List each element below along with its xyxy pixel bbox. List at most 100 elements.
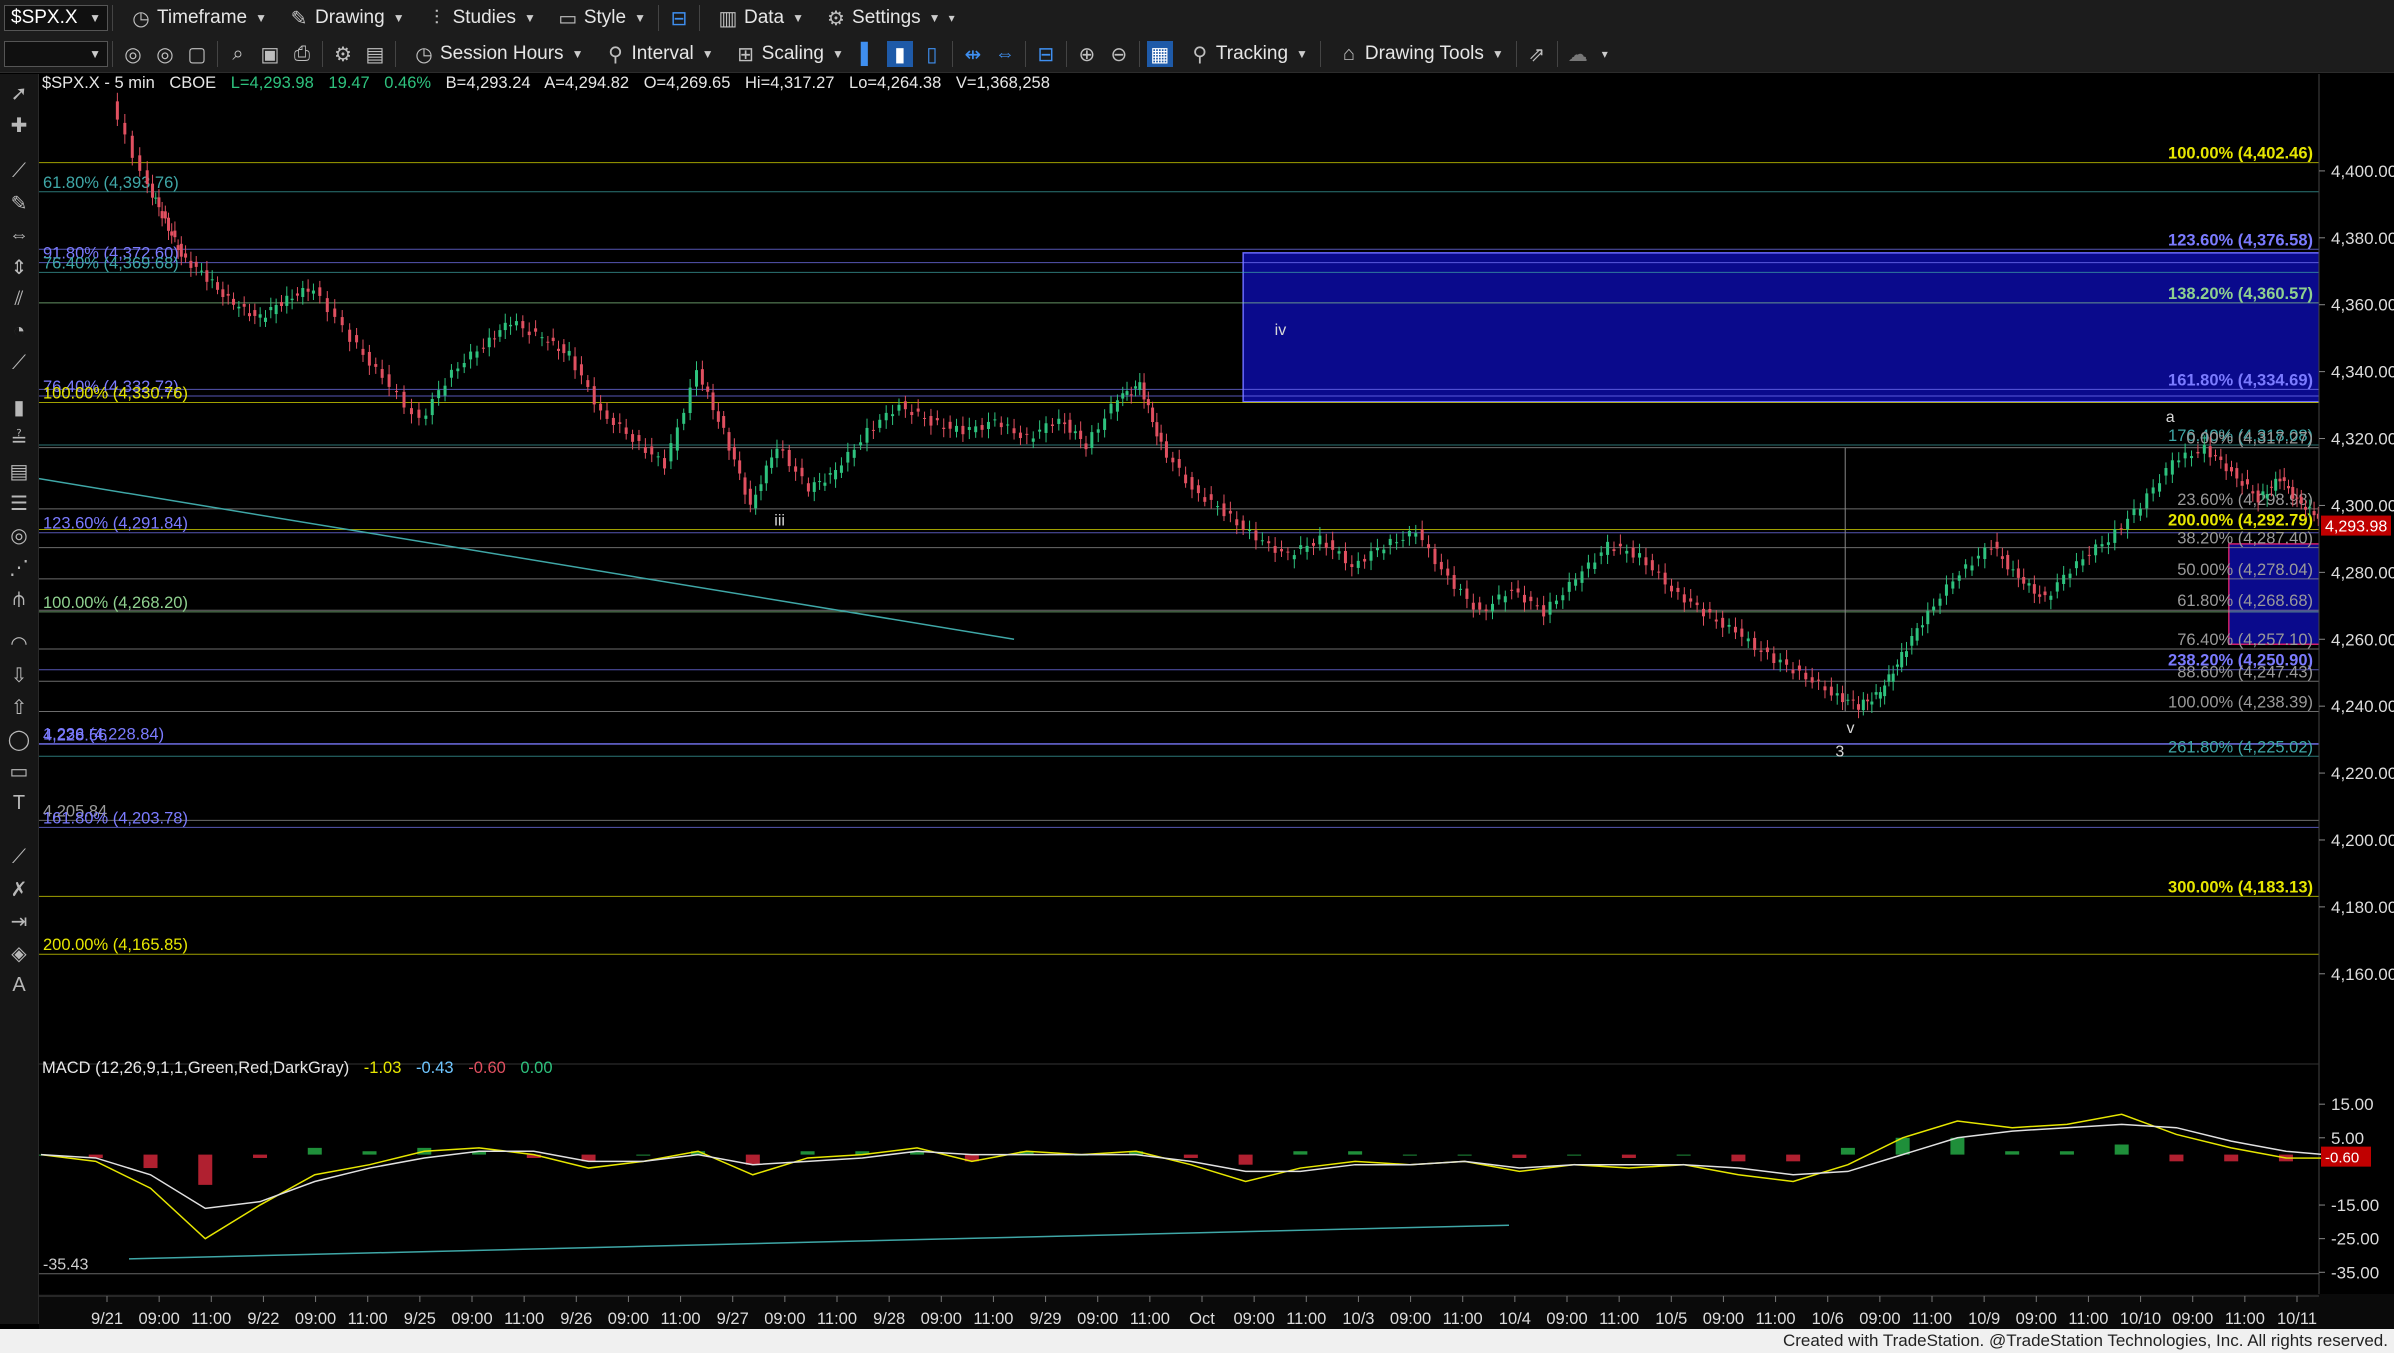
fill-icon[interactable]: ◈ xyxy=(6,940,32,966)
candle-body xyxy=(1772,653,1776,664)
candle-body xyxy=(540,337,544,339)
clock-icon: ◷ xyxy=(415,43,433,66)
candle-body xyxy=(695,370,699,387)
gann-icon[interactable]: ◔ xyxy=(6,318,32,344)
text-style-icon[interactable]: A xyxy=(6,972,32,998)
candle-body xyxy=(1891,673,1895,682)
candle-body xyxy=(716,411,720,422)
horizontal-line-icon[interactable]: ⇔ xyxy=(6,222,32,248)
fib-retracement-icon[interactable]: ▤ xyxy=(6,458,32,484)
arc-icon[interactable]: ◠ xyxy=(6,630,32,656)
window-icon[interactable]: ▢ xyxy=(184,41,210,67)
candle-body xyxy=(1491,603,1495,612)
trendline-icon[interactable]: ⟋ xyxy=(6,158,32,184)
zoom-out-icon[interactable]: ⊖ xyxy=(1106,41,1132,67)
compress-icon[interactable]: ⇹ xyxy=(960,41,986,67)
circle-icon[interactable]: ◎ xyxy=(152,41,178,67)
search-chart-icon[interactable]: ⌕ xyxy=(225,41,251,67)
hollow-candle-icon[interactable]: ▯ xyxy=(919,41,945,67)
spiral-icon[interactable]: ◎ xyxy=(6,522,32,548)
fib-label: 38.20% (4,287.40) xyxy=(2177,530,2313,548)
drawing-menu[interactable]: ✎ Drawing ▼ xyxy=(275,3,413,33)
candle-body xyxy=(1938,598,1942,606)
arrow-down-icon[interactable]: ⇩ xyxy=(6,662,32,688)
channel-icon[interactable]: ⫽ xyxy=(6,286,32,312)
arrow-up-icon[interactable]: ⇧ xyxy=(6,694,32,720)
crosshair-icon[interactable]: ✚ xyxy=(6,112,32,138)
time-tick-label: 9/27 xyxy=(717,1310,749,1328)
vertical-line-icon[interactable]: ⇕ xyxy=(6,254,32,280)
candle-body xyxy=(929,416,933,426)
macd-zero-value: 0.00 xyxy=(520,1059,552,1077)
fib-lines-icon[interactable]: ☰ xyxy=(6,490,32,516)
bars-icon[interactable]: ▮ xyxy=(6,394,32,420)
candle-body xyxy=(1708,609,1712,613)
timeframe-menu[interactable]: ◷ Timeframe ▼ xyxy=(117,3,275,33)
candle-body xyxy=(130,135,134,158)
insert-icon[interactable]: ▤ xyxy=(362,41,388,67)
price-tick-label: 4,380.00 xyxy=(2331,229,2394,248)
tracking-button[interactable]: ⚲ Tracking ▼ xyxy=(1176,39,1316,69)
toolbar-divider xyxy=(1515,41,1517,67)
fib-label: 161.80% (4,203.78) xyxy=(43,809,188,827)
pencil-icon[interactable]: ✎ xyxy=(6,190,32,216)
wave-label: 3 xyxy=(1835,743,1844,760)
candle-body xyxy=(200,270,204,272)
candle-body xyxy=(380,369,384,378)
zoom-in-icon[interactable]: ⊕ xyxy=(1074,41,1100,67)
interval-input[interactable]: ▼ xyxy=(4,41,108,67)
expand-icon[interactable]: ⇔ xyxy=(992,41,1018,67)
candle-body xyxy=(846,451,850,463)
interval-button[interactable]: ⚲ Interval ▼ xyxy=(591,39,721,69)
layout-icon[interactable]: ⊟ xyxy=(1033,41,1059,67)
session-hours-button[interactable]: ◷ Session Hours ▼ xyxy=(400,39,591,69)
candlestick-icon[interactable]: ▮ xyxy=(886,41,913,67)
print-icon[interactable]: ⎙ xyxy=(289,41,315,67)
save-icon[interactable]: ▣ xyxy=(257,41,283,67)
fib-extension-icon[interactable]: ≟ xyxy=(6,426,32,452)
ellipse-icon[interactable]: ◯ xyxy=(6,726,32,752)
fib-label: 100.00% (4,238.39) xyxy=(2168,694,2313,712)
overflow-chevron-icon[interactable]: ▾ xyxy=(1602,47,1608,61)
chevron-down-icon: ▼ xyxy=(255,11,267,25)
price-axis[interactable]: 4,400.00 4,380.00 4,360.00 4,340.00 4,320.00… xyxy=(2318,74,2394,1304)
candle-body xyxy=(1203,497,1207,502)
drawing-tools-button[interactable]: ⌂ Drawing Tools ▼ xyxy=(1325,39,1512,69)
time-tick-label: 09:00 xyxy=(2172,1310,2213,1328)
wave-label: iv xyxy=(1275,322,1287,339)
macd-histogram-bar xyxy=(1950,1137,1965,1155)
pin-icon: ⚲ xyxy=(608,43,623,66)
candle-body xyxy=(462,362,466,368)
line-style-icon[interactable]: ⟋ xyxy=(6,844,32,870)
data-menu[interactable]: ▥ Data ▼ xyxy=(704,3,812,33)
erase-drawing-icon[interactable]: ✗ xyxy=(6,876,32,902)
text-icon[interactable]: T xyxy=(6,790,32,816)
scaling-button[interactable]: ⊞ Scaling ▼ xyxy=(722,39,852,69)
symbol-input[interactable]: $SPX.X ▼ xyxy=(4,5,108,31)
settings-menu[interactable]: ⚙ Settings ▼ ▾ xyxy=(812,3,963,33)
rectangle-icon[interactable]: ▭ xyxy=(6,758,32,784)
bar-chart-icon[interactable]: ▌ xyxy=(855,41,881,67)
snap-icon[interactable]: ⇥ xyxy=(6,908,32,934)
price-chart[interactable]: 100.00% (4,402.46) 61.80% (4,393.76) 123.6… xyxy=(39,74,2394,1329)
chevron-down-icon: ▼ xyxy=(523,11,536,25)
pointer-icon[interactable]: ➚ xyxy=(6,80,32,106)
studies-menu[interactable]: ⫶ Studies ▼ xyxy=(413,3,544,33)
ruler-icon[interactable]: ⟋ xyxy=(6,350,32,376)
candle-body xyxy=(1044,423,1048,433)
candle-body xyxy=(722,416,726,428)
circle-icon[interactable]: ◎ xyxy=(120,41,146,67)
speed-lines-icon[interactable]: ⋰ xyxy=(6,554,32,580)
grid-icon[interactable]: ▦ xyxy=(1146,41,1173,67)
export-icon[interactable]: ⇗ xyxy=(1524,41,1550,67)
candle-body xyxy=(682,412,686,424)
cloud-icon[interactable]: ☁ xyxy=(1565,41,1591,67)
layout-icon[interactable]: ⊟ xyxy=(666,5,692,31)
gear-icon[interactable]: ⚙ xyxy=(330,41,356,67)
time-axis[interactable]: 9/21 09:00 11:00 9/22 09:00 11:00 9/25 09:00 11:… xyxy=(39,1294,2394,1329)
toolbar-divider xyxy=(322,41,323,67)
style-menu[interactable]: ▭ Style ▼ xyxy=(544,3,654,33)
price-tick-label: 4,260.00 xyxy=(2331,630,2394,649)
candle-body xyxy=(475,351,479,358)
andrews-pitchfork-icon[interactable]: ⫛ xyxy=(6,586,32,612)
